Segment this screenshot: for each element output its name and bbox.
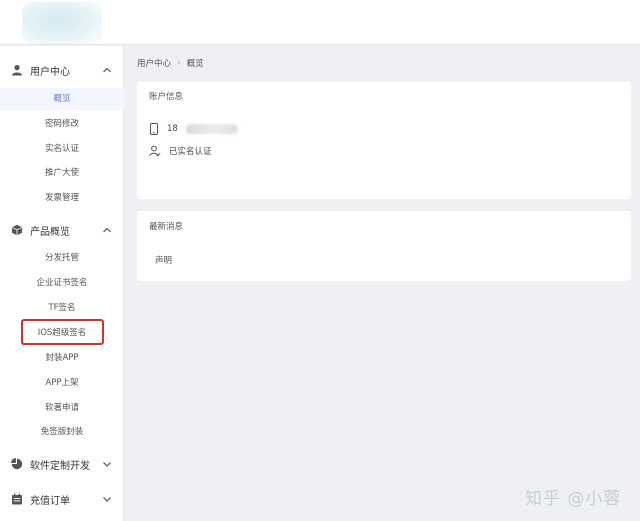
phone-icon (150, 123, 158, 135)
calendar-icon (12, 493, 22, 505)
account-info-title: 账户信息 (149, 92, 184, 102)
sidebar-group-title: 充值订单 (30, 495, 70, 507)
phone-number-prefix: 18 (167, 124, 178, 134)
sidebar-item-enterprise-cert-sign[interactable]: 企业证书签名 (0, 272, 124, 294)
chevron-down-icon[interactable] (102, 494, 112, 504)
sidebar-group-recharge-orders[interactable]: 充值订单 (0, 484, 124, 514)
news-item-statement[interactable]: 声明 (155, 254, 172, 266)
sidebar-item-app-listing[interactable]: APP上架 (0, 372, 124, 394)
sidebar-group-title: 软件定制开发 (30, 460, 90, 472)
latest-news-title: 最新消息 (149, 222, 184, 232)
sidebar-item-copyright-apply[interactable]: 软著申请 (0, 397, 124, 419)
verification-status: 已实名认证 (169, 147, 212, 157)
sidebar-item-free-sign-wrap[interactable]: 免签版封装 (0, 421, 124, 443)
sidebar-item-overview[interactable]: 概览 (0, 88, 124, 110)
account-info-card: 账户信息 18 已实名认证 (137, 82, 631, 199)
top-bar (0, 0, 640, 45)
sidebar-item-password-change[interactable]: 密码修改 (0, 113, 124, 135)
chevron-up-icon[interactable] (102, 65, 112, 75)
breadcrumb-current: 概览 (186, 59, 204, 69)
phone-number-redacted (185, 124, 238, 134)
verified-user-icon (149, 145, 161, 157)
breadcrumb: 用户中心 › 概览 (137, 57, 204, 69)
sidebar: 用户中心 概览 密码修改 实名认证 推广大使 发票管理 产品概览 分发托管 企业… (0, 46, 124, 521)
sidebar-group-product-overview[interactable]: 产品概览 (0, 215, 124, 245)
highlight-annotation-box (21, 319, 104, 345)
chevron-down-icon[interactable] (102, 459, 112, 469)
phone-row: 18 (149, 123, 238, 135)
sidebar-item-tf-sign[interactable]: TF签名 (0, 297, 124, 319)
verification-row: 已实名认证 (149, 145, 212, 157)
pie-chart-icon (11, 458, 23, 470)
sidebar-item-real-name-auth[interactable]: 实名认证 (0, 138, 124, 160)
watermark: 知乎 @小蓉 (525, 489, 622, 509)
sidebar-group-title: 用户中心 (30, 66, 70, 78)
sidebar-item-invoice[interactable]: 发票管理 (0, 187, 124, 209)
latest-news-card: 最新消息 声明 (137, 211, 631, 281)
cube-icon (11, 224, 23, 236)
breadcrumb-separator-icon: › (177, 58, 181, 68)
sidebar-group-user-center[interactable]: 用户中心 (0, 55, 124, 85)
sidebar-item-distribution[interactable]: 分发托管 (0, 247, 124, 269)
sidebar-item-wrap-app[interactable]: 封装APP (0, 347, 124, 369)
logo[interactable] (22, 2, 102, 44)
sidebar-group-software-dev[interactable]: 软件定制开发 (0, 449, 124, 479)
sidebar-item-promotion[interactable]: 推广大使 (0, 162, 124, 184)
sidebar-group-title: 产品概览 (30, 226, 70, 238)
chevron-up-icon[interactable] (102, 225, 112, 235)
breadcrumb-root[interactable]: 用户中心 (137, 57, 171, 69)
user-icon (12, 65, 22, 76)
